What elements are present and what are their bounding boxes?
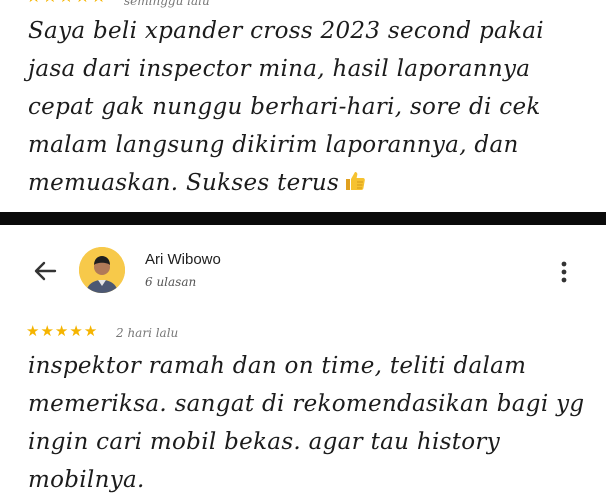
star-icon: ★ bbox=[26, 0, 41, 6]
star-icon: ★ bbox=[83, 322, 98, 340]
previous-review-card: ★ ★ ★ ★ ★ seminggu lalu Saya beli xpande… bbox=[0, 0, 606, 212]
review-divider bbox=[0, 212, 606, 225]
star-icon: ★ bbox=[40, 322, 54, 340]
previous-review-rating: ★ ★ ★ ★ ★ bbox=[26, 0, 106, 6]
star-icon: ★ bbox=[42, 0, 57, 6]
thumbs-up-icon bbox=[343, 167, 367, 191]
back-arrow-icon[interactable] bbox=[30, 256, 60, 286]
star-icon: ★ bbox=[59, 0, 74, 6]
star-icon: ★ bbox=[69, 322, 83, 340]
previous-review-text-block: Saya beli xpander cross 2023 second paka… bbox=[28, 12, 588, 202]
previous-review-date: seminggu lalu bbox=[124, 0, 210, 8]
star-icon: ★ bbox=[54, 322, 69, 340]
current-review-rating: ★ ★ ★ ★ ★ bbox=[26, 324, 97, 339]
star-icon: ★ bbox=[91, 0, 106, 6]
reviewer-name[interactable]: Ari Wibowo bbox=[145, 251, 221, 268]
reviewer-review-count: 6 ulasan bbox=[145, 275, 197, 289]
more-options-icon[interactable] bbox=[556, 257, 572, 287]
current-review-text: inspektor ramah dan on time, teliti dala… bbox=[28, 353, 585, 493]
avatar[interactable] bbox=[79, 247, 125, 293]
star-icon: ★ bbox=[26, 322, 40, 340]
current-review-date: 2 hari lalu bbox=[116, 326, 179, 340]
previous-review-text: Saya beli xpander cross 2023 second paka… bbox=[28, 18, 544, 196]
star-icon: ★ bbox=[75, 0, 90, 6]
